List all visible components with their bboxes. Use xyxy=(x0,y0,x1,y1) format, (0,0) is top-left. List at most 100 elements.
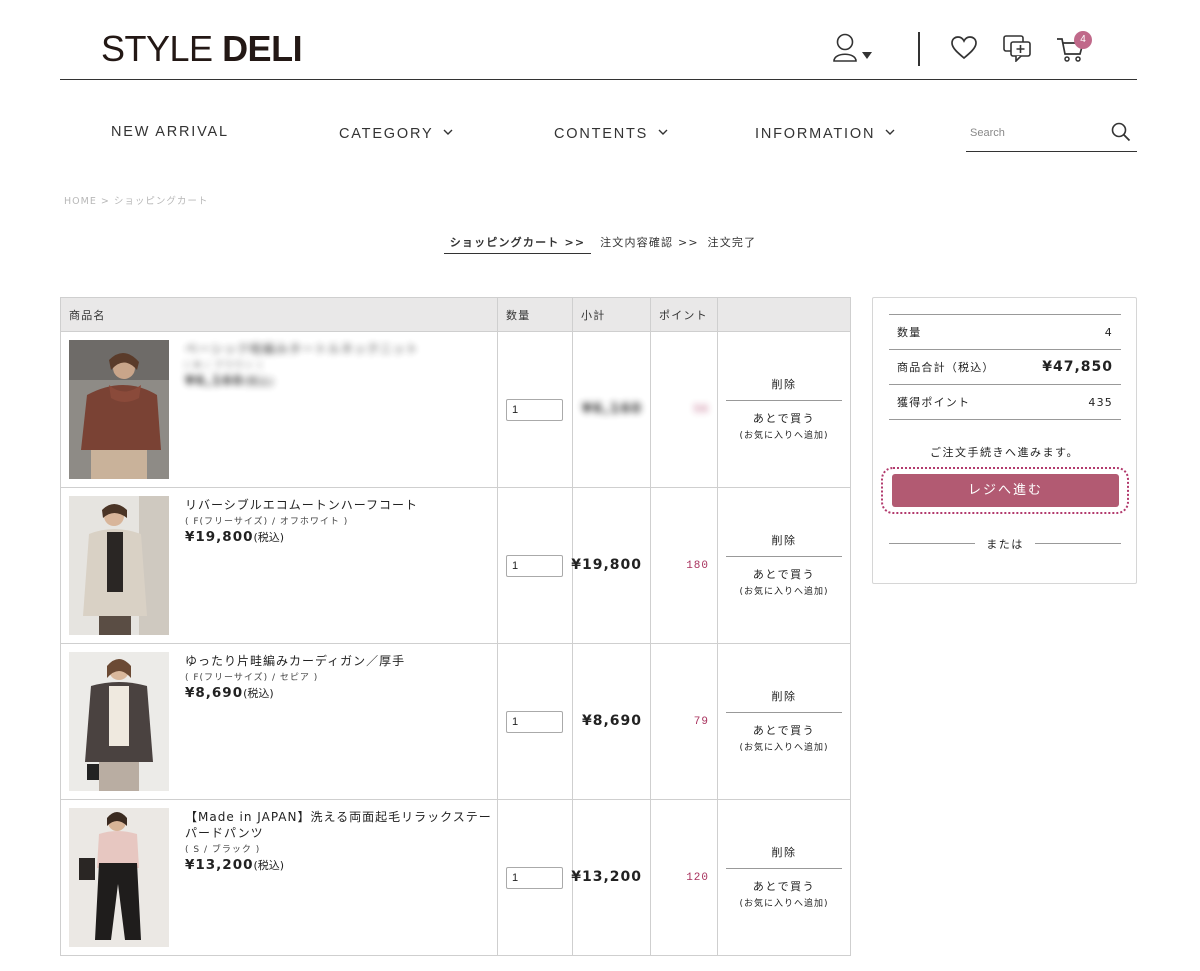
row-actions: 削除 あとで買う (お気に入りへ追加) xyxy=(726,376,842,441)
product-name[interactable]: ベーシック畦編みタートルネックニット xyxy=(185,341,495,357)
user-menu-button[interactable] xyxy=(832,30,876,70)
step-cart: ショッピングカート >> xyxy=(443,234,592,254)
product-image[interactable] xyxy=(69,808,169,947)
row-points: 180 xyxy=(686,560,709,572)
checkout-button[interactable]: レジへ進む xyxy=(892,474,1119,507)
product-price: ¥8,690(税込) xyxy=(185,685,495,701)
header-divider-line xyxy=(60,79,1137,80)
checkout-steps: ショッピングカート >> 注文内容確認 >> 注文完了 xyxy=(0,234,1200,254)
quantity-input[interactable] xyxy=(506,867,563,889)
nav-contents[interactable]: CONTENTS xyxy=(554,124,668,142)
order-summary: 数量 4 商品合計（税込） ¥47,850 獲得ポイント 435 ご注文手続きへ… xyxy=(872,297,1137,584)
summary-qty-label: 数量 xyxy=(897,326,922,339)
summary-qty-row: 数量 4 xyxy=(889,314,1121,349)
product-image[interactable] xyxy=(69,496,169,635)
add-to-favorites-label[interactable]: (お気に入りへ追加) xyxy=(726,896,842,909)
table-row: ベーシック畦編みタートルネックニット ( M / ブラウン ) ¥6,160(税… xyxy=(60,331,851,488)
save-for-later-button[interactable]: あとで買う xyxy=(726,722,842,738)
row-points: 56 xyxy=(693,404,709,416)
product-variant: ( M / ブラウン ) xyxy=(185,361,263,371)
chevron-down-icon xyxy=(658,124,668,140)
table-header-row: 商品名 数量 小計 ポイント xyxy=(60,297,851,332)
quantity-input[interactable] xyxy=(506,399,563,421)
summary-points-label: 獲得ポイント xyxy=(897,396,971,409)
product-name[interactable]: リバーシブルエコムートンハーフコート xyxy=(185,497,495,513)
search-box xyxy=(966,118,1137,152)
col-header-points: ポイント xyxy=(650,297,718,332)
product-variant: ( F(フリーサイズ) / オフホワイト ) xyxy=(185,517,349,527)
quantity-input[interactable] xyxy=(506,555,563,577)
price-value: ¥19,800 xyxy=(185,529,254,545)
nav-label: CATEGORY xyxy=(339,126,434,142)
quantity-input[interactable] xyxy=(506,711,563,733)
step-complete: 注文完了 xyxy=(707,236,757,249)
product-image[interactable] xyxy=(69,652,169,791)
delete-button[interactable]: 削除 xyxy=(726,376,842,401)
delete-button[interactable]: 削除 xyxy=(726,844,842,869)
price-value: ¥8,690 xyxy=(185,685,244,701)
user-icon xyxy=(833,33,872,62)
search-input[interactable] xyxy=(970,127,1100,139)
price-tax-label: (税込) xyxy=(243,375,274,388)
table-row: リバーシブルエコムートンハーフコート ( F(フリーサイズ) / オフホワイト … xyxy=(60,487,851,644)
nav-category[interactable]: CATEGORY xyxy=(339,124,453,142)
caret-down-icon xyxy=(862,52,872,59)
summary-points-value: 435 xyxy=(1088,396,1113,409)
chevron-down-icon xyxy=(885,124,895,140)
breadcrumb[interactable]: HOME > ショッピングカート xyxy=(64,193,208,207)
cart-table: 商品名 数量 小計 ポイント ベーシック畦編みタートルネックニット ( M / … xyxy=(60,297,851,956)
price-tax-label: (税込) xyxy=(243,687,274,700)
summary-total-row: 商品合計（税込） ¥47,850 xyxy=(889,349,1121,384)
product-info: ゆったり片畦編みカーディガン／厚手 ( F(フリーサイズ) / セピア ) ¥8… xyxy=(185,653,495,701)
add-to-favorites-label[interactable]: (お気に入りへ追加) xyxy=(726,428,842,441)
product-price: ¥19,800(税込) xyxy=(185,529,495,545)
summary-qty-value: 4 xyxy=(1104,326,1113,339)
product-name[interactable]: 【Made in JAPAN】洗える両面起毛リラックステーパードパンツ xyxy=(185,809,495,841)
row-subtotal: ¥8,690 xyxy=(581,713,642,729)
logo-text-bold: DELI xyxy=(222,28,303,69)
table-row: 【Made in JAPAN】洗える両面起毛リラックステーパードパンツ ( S … xyxy=(60,799,851,956)
add-to-favorites-label[interactable]: (お気に入りへ追加) xyxy=(726,740,842,753)
row-points: 120 xyxy=(686,872,709,884)
save-for-later-button[interactable]: あとで買う xyxy=(726,878,842,894)
search-icon xyxy=(1111,122,1131,142)
logo-text-light: STYLE xyxy=(101,28,223,69)
site-logo[interactable]: STYLE DELI xyxy=(101,28,303,70)
nav-new-arrival[interactable]: NEW ARRIVAL xyxy=(111,124,229,140)
col-header-qty: 数量 xyxy=(497,297,573,332)
product-info: ベーシック畦編みタートルネックニット ( M / ブラウン ) ¥6,160(税… xyxy=(185,341,495,389)
cart-count-badge: 4 xyxy=(1074,31,1092,49)
summary-total-label: 商品合計（税込） xyxy=(897,361,995,374)
summary-points-row: 獲得ポイント 435 xyxy=(889,384,1121,419)
price-tax-label: (税込) xyxy=(253,531,285,544)
row-subtotal: ¥6,160 xyxy=(581,401,642,417)
delete-button[interactable]: 削除 xyxy=(726,688,842,713)
messages-button[interactable] xyxy=(1002,34,1032,66)
delete-button[interactable]: 削除 xyxy=(726,532,842,557)
row-subtotal: ¥13,200 xyxy=(571,869,642,885)
nav-label: CONTENTS xyxy=(554,126,649,142)
search-button[interactable] xyxy=(1111,122,1131,146)
row-actions: 削除 あとで買う (お気に入りへ追加) xyxy=(726,532,842,597)
col-header-actions xyxy=(717,297,851,332)
col-header-product: 商品名 xyxy=(60,297,498,332)
product-info: リバーシブルエコムートンハーフコート ( F(フリーサイズ) / オフホワイト … xyxy=(185,497,495,545)
product-image[interactable] xyxy=(69,340,169,479)
col-header-subtotal: 小計 xyxy=(572,297,651,332)
nav-information[interactable]: INFORMATION xyxy=(755,124,895,142)
chevron-down-icon xyxy=(443,124,453,140)
checkout-button-focus-ring: レジへ進む xyxy=(881,467,1129,514)
product-info: 【Made in JAPAN】洗える両面起毛リラックステーパードパンツ ( S … xyxy=(185,809,495,873)
save-for-later-button[interactable]: あとで買う xyxy=(726,566,842,582)
price-tax-label: (税込) xyxy=(253,859,285,872)
save-for-later-button[interactable]: あとで買う xyxy=(726,410,842,426)
nav-label: INFORMATION xyxy=(755,126,876,142)
favorites-button[interactable] xyxy=(950,35,978,65)
product-variant: ( F(フリーサイズ) / セピア ) xyxy=(185,673,319,683)
header-divider xyxy=(918,32,920,66)
add-to-favorites-label[interactable]: (お気に入りへ追加) xyxy=(726,584,842,597)
row-actions: 削除 あとで買う (お気に入りへ追加) xyxy=(726,688,842,753)
heart-icon xyxy=(951,36,977,60)
product-name[interactable]: ゆったり片畦編みカーディガン／厚手 xyxy=(185,653,495,669)
price-value: ¥6,160 xyxy=(185,373,244,389)
